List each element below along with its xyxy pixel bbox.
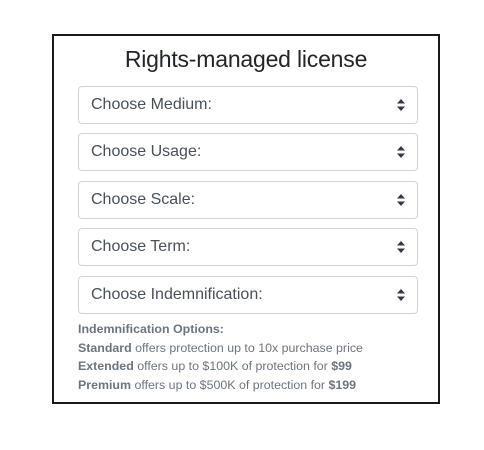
premium-text: offers up to $500K of protection for (131, 377, 329, 392)
standard-name: Standard (78, 340, 132, 355)
usage-select-label: Choose Usage: (91, 143, 202, 160)
scale-select-label: Choose Scale: (91, 191, 196, 208)
sort-updown-icon (397, 99, 405, 111)
scale-select[interactable]: Choose Scale: (78, 181, 418, 219)
premium-price: $199 (328, 377, 357, 392)
extended-text: offers up to $100K of protection for (133, 359, 332, 374)
premium-option: Premium offers up to $500K of protection… (78, 376, 418, 395)
extended-option: Extended offers up to $100K of protectio… (78, 357, 418, 376)
sort-updown-icon (397, 289, 405, 301)
term-select[interactable]: Choose Term: (78, 228, 418, 266)
term-select-label: Choose Term: (91, 238, 191, 255)
indemnification-select[interactable]: Choose Indemnification: (78, 276, 418, 314)
usage-select[interactable]: Choose Usage: (78, 133, 418, 171)
medium-select-label: Choose Medium: (91, 96, 212, 113)
extended-name: Extended (78, 359, 134, 374)
premium-name: Premium (78, 377, 132, 392)
sort-updown-icon (397, 194, 405, 206)
sort-updown-icon (397, 241, 405, 253)
indemnification-heading: Indemnification Options: (78, 322, 224, 336)
standard-option: Standard offers protection up to 10x pur… (78, 339, 418, 358)
license-panel: Rights-managed license Choose Medium: Ch… (52, 34, 440, 404)
indemnification-select-label: Choose Indemnification: (91, 286, 263, 303)
standard-text: offers protection up to 10x purchase pri… (131, 340, 363, 355)
extended-price: $99 (331, 359, 352, 374)
medium-select[interactable]: Choose Medium: (78, 86, 418, 124)
indemnification-options: Indemnification Options: Standard offers… (78, 320, 418, 394)
sort-updown-icon (397, 146, 405, 158)
panel-title: Rights-managed license (124, 46, 368, 72)
